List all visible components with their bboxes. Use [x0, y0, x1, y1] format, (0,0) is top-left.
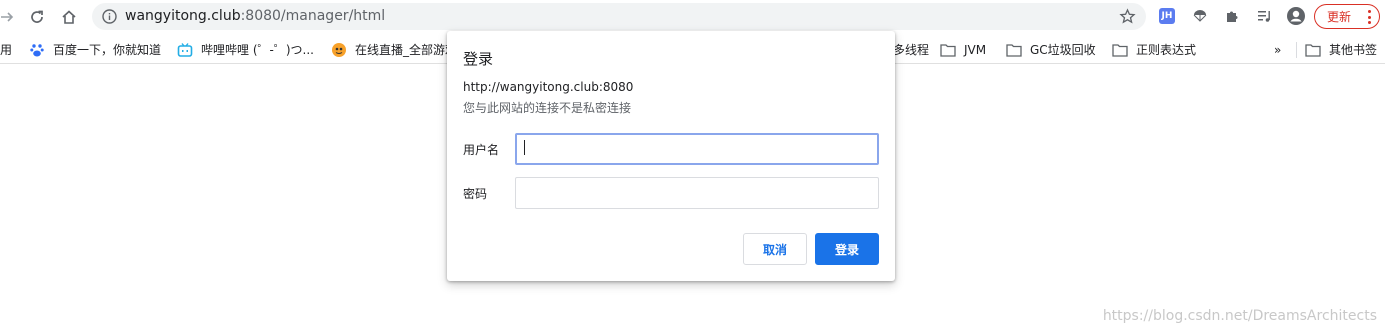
bookmark-label: 百度一下，你就知道 [53, 43, 162, 57]
bookmark-folder-gc[interactable]: GC垃圾回收 [1006, 35, 1096, 64]
dialog-origin: http://wangyitong.club:8080 [463, 80, 634, 94]
username-label: 用户名 [463, 143, 500, 157]
update-label: 更新 [1327, 10, 1352, 24]
address-bar[interactable]: wangyitong.club:8080/manager/html [92, 3, 1146, 30]
media-queue-icon[interactable] [1254, 6, 1274, 26]
bookmark-folder-multithread[interactable]: 多线程 [893, 35, 929, 64]
folder-icon [1006, 42, 1022, 58]
bilibili-tv-icon [177, 42, 193, 58]
bookmarks-overflow-chevron[interactable]: » [1274, 35, 1281, 64]
bookmark-label: 哔哩哔哩 (゜-゜)つ... [201, 43, 314, 57]
username-field[interactable] [515, 133, 879, 165]
watermark-text: https://blog.csdn.net/DreamsArchitects [1102, 308, 1377, 324]
parachute-extension-icon[interactable] [1190, 6, 1210, 26]
jh-extension-icon[interactable]: JH [1157, 6, 1177, 26]
password-label: 密码 [463, 187, 488, 201]
text-caret [524, 140, 525, 155]
bookmark-live[interactable]: 在线直播_全部游戏 [331, 35, 457, 64]
bookmark-label: 在线直播_全部游戏 [355, 43, 458, 57]
huya-live-icon [331, 42, 347, 58]
dialog-insecure-note: 您与此网站的连接不是私密连接 [463, 101, 632, 115]
overflow-chevron-icon: » [1274, 42, 1282, 57]
bookmark-label: 用 [0, 43, 13, 57]
reload-icon[interactable] [24, 4, 50, 30]
baidu-paw-icon [29, 42, 45, 58]
bookmark-star-icon[interactable] [1119, 8, 1136, 25]
bookmark-label: 其他书签 [1329, 43, 1378, 57]
bookmark-apps[interactable]: 用 [0, 35, 12, 64]
update-button[interactable]: 更新 [1314, 4, 1380, 29]
folder-icon [1305, 42, 1321, 58]
bookmark-label: GC垃圾回收 [1030, 43, 1096, 57]
url-path: :8080/manager/html [240, 8, 386, 24]
folder-icon [940, 42, 956, 58]
extensions-puzzle-icon[interactable] [1222, 6, 1242, 26]
folder-icon [1112, 42, 1128, 58]
profile-avatar-icon[interactable] [1286, 6, 1306, 26]
cancel-button[interactable]: 取消 [743, 233, 807, 265]
bookmark-bilibili[interactable]: 哔哩哔哩 (゜-゜)つ... [177, 35, 314, 64]
login-button[interactable]: 登录 [815, 233, 879, 265]
forward-icon[interactable] [0, 4, 20, 30]
bookmark-label: 正则表达式 [1136, 43, 1197, 57]
menu-kebab-icon [1367, 10, 1371, 24]
bookmark-other-folder[interactable]: 其他书签 [1305, 35, 1377, 64]
dialog-title: 登录 [463, 50, 494, 68]
home-icon[interactable] [56, 4, 82, 30]
password-field[interactable] [515, 177, 879, 209]
bookmarks-divider [1296, 42, 1297, 58]
bookmark-folder-regex[interactable]: 正则表达式 [1112, 35, 1196, 64]
bookmark-baidu[interactable]: 百度一下，你就知道 [29, 35, 161, 64]
bookmark-folder-jvm[interactable]: JVM [940, 35, 986, 64]
bookmark-label: JVM [964, 42, 987, 57]
url-text: wangyitong.club:8080/manager/html [125, 8, 385, 25]
http-auth-dialog: 登录 http://wangyitong.club:8080 您与此网站的连接不… [447, 31, 895, 281]
browser-toolbar: wangyitong.club:8080/manager/html JH 更新 [0, 0, 1385, 33]
info-icon[interactable] [101, 8, 118, 25]
bookmark-label: 多线程 [893, 43, 930, 57]
url-host: wangyitong.club [125, 8, 241, 24]
